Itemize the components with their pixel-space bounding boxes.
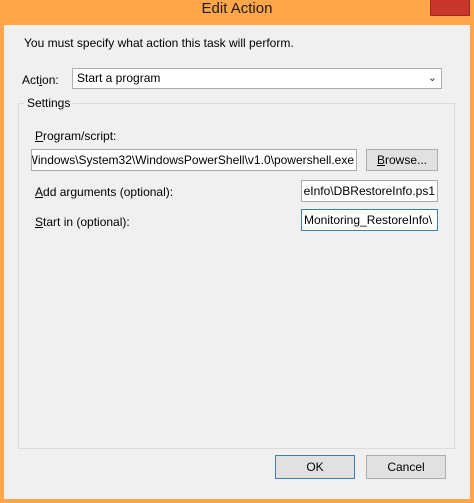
- title-bar[interactable]: Edit Action: [0, 0, 474, 25]
- action-select-value: Start a program: [77, 71, 161, 85]
- action-select[interactable]: Start a program ⌄: [72, 68, 442, 89]
- instruction-text: You must specify what action this task w…: [24, 36, 294, 50]
- close-button[interactable]: [430, 0, 470, 16]
- chevron-down-icon: ⌄: [427, 72, 437, 84]
- program-input[interactable]: C:\Windows\System32\WindowsPowerShell\v1…: [31, 149, 357, 171]
- cancel-button[interactable]: Cancel: [366, 455, 446, 479]
- window-title: Edit Action: [201, 0, 273, 17]
- arguments-input[interactable]: ´eInfo\DBRestoreInfo.ps1: [301, 180, 438, 202]
- start-in-input[interactable]: Monitoring_RestoreInfo\: [301, 209, 438, 231]
- program-label: Program/script:: [35, 129, 117, 143]
- ok-button[interactable]: OK: [275, 455, 355, 479]
- dialog-window: Edit Action You must specify what action…: [0, 0, 474, 503]
- settings-caption: Settings: [24, 96, 74, 110]
- browse-button[interactable]: Browse...: [366, 149, 438, 171]
- arguments-label: Add arguments (optional):: [35, 185, 174, 199]
- start-in-label: Start in (optional):: [35, 215, 130, 229]
- dialog-body: You must specify what action this task w…: [4, 25, 470, 499]
- action-label: Action:: [22, 73, 59, 87]
